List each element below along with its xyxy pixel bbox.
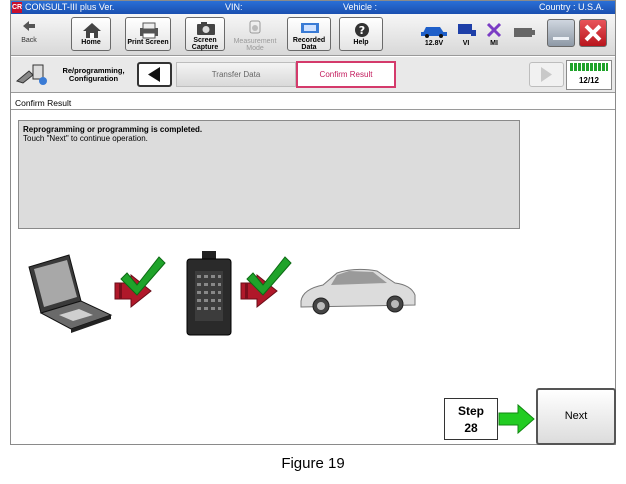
back-arrow-icon [23, 21, 35, 31]
close-icon [584, 24, 602, 42]
next-button[interactable]: Next [536, 388, 616, 445]
message-line-2: Touch "Next" to continue operation. [23, 134, 148, 143]
breadcrumb-transfer-data: Transfer Data [176, 62, 296, 87]
consult-logo: CR [12, 2, 23, 13]
page-title: Confirm Result [15, 98, 72, 108]
vi-device-icon [186, 251, 232, 336]
mi-disconnected-icon [486, 22, 502, 38]
print-screen-button[interactable]: Print Screen [125, 17, 171, 51]
step-navigation-bar: Re/programming, Configuration Transfer D… [11, 57, 615, 93]
help-button[interactable]: ? Help [339, 17, 383, 51]
svg-text:?: ? [359, 24, 365, 37]
step-label: Step [457, 404, 484, 418]
camera-icon [197, 22, 215, 35]
recorded-data-icon [301, 23, 319, 33]
app-version: CONSULT-III plus Ver. [25, 2, 115, 12]
screen-capture-button[interactable]: Screen Capture [185, 17, 225, 51]
consult-window: CR CONSULT-III plus Ver. VIN: Vehicle : … [10, 0, 616, 445]
vi-connection-icon [458, 24, 476, 36]
help-icon: ? [355, 23, 369, 37]
mi-status: MI [481, 22, 507, 47]
printer-icon [140, 22, 158, 39]
vin-label: VIN: [225, 2, 243, 12]
toolbar: Back Home Print Screen Screen Capture Me… [11, 14, 615, 56]
previous-step-button[interactable] [137, 62, 172, 87]
minimize-button[interactable] [547, 19, 575, 47]
message-box: Reprogramming or programming is complete… [18, 120, 520, 229]
triangle-right-icon [541, 67, 552, 82]
measurement-icon [249, 20, 261, 34]
triangle-left-icon [148, 67, 160, 82]
close-button[interactable] [579, 19, 607, 47]
next-step-arrow-button[interactable] [529, 62, 564, 87]
step-progress: 12/12 [566, 60, 612, 90]
battery-status: 12.8V [419, 22, 449, 47]
reprogramming-illustration [28, 251, 416, 336]
section-label: Re/programming, Configuration [62, 66, 125, 83]
vi-status: VI [453, 22, 479, 47]
battery-indicator [513, 26, 537, 40]
message-line-1: Reprogramming or programming is complete… [23, 125, 203, 134]
recorded-data-button[interactable]: Recorded Data [287, 17, 331, 51]
progress-count: 12/12 [578, 76, 600, 85]
back-toolbar-button[interactable]: Back [15, 17, 43, 51]
country-label: Country : U.S.A. [539, 2, 605, 12]
step-number: 28 [464, 421, 478, 435]
home-icon [83, 23, 101, 38]
car-status-icon [421, 27, 447, 38]
home-button[interactable]: Home [71, 17, 111, 51]
pointer-arrow-icon [498, 403, 535, 435]
progress-bar [570, 63, 608, 71]
figure-caption: Figure 19 [281, 455, 345, 472]
title-divider [11, 109, 615, 110]
measurement-mode-button[interactable]: Measurement Mode [233, 17, 277, 52]
vehicle-label: Vehicle : [343, 2, 378, 12]
reprogramming-icon [15, 64, 47, 85]
minimize-icon [553, 37, 569, 40]
laptop-icon [28, 254, 113, 333]
step-indicator: Step 28 [444, 398, 498, 440]
breadcrumb-confirm-result: Confirm Result [296, 61, 396, 88]
check-arrow-icon [240, 256, 292, 309]
title-bar: CR CONSULT-III plus Ver. VIN: Vehicle : … [11, 1, 615, 14]
check-arrow-icon [114, 256, 166, 309]
battery-icon [514, 28, 535, 37]
car-icon [300, 268, 416, 315]
